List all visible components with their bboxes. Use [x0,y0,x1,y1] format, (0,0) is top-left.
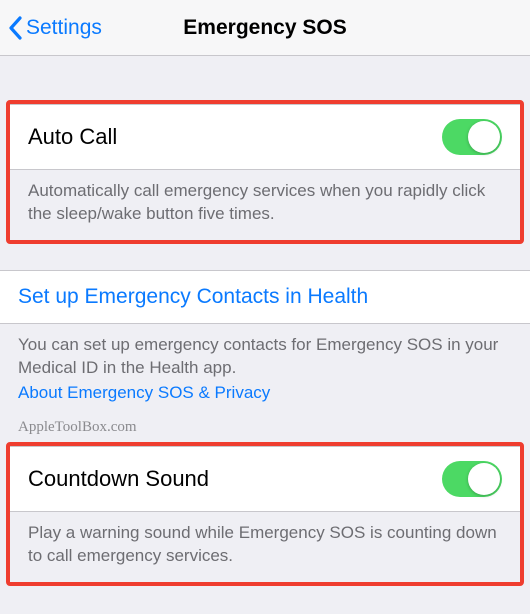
setup-contacts-link[interactable]: Set up Emergency Contacts in Health [0,270,530,324]
countdown-section: Countdown Sound Play a warning sound whi… [6,442,524,586]
privacy-link[interactable]: About Emergency SOS & Privacy [18,382,512,405]
navbar: Settings Emergency SOS [0,0,530,56]
auto-call-toggle[interactable] [442,119,502,155]
toggle-knob [468,121,500,153]
contacts-footer: You can set up emergency contacts for Em… [0,324,530,419]
countdown-toggle[interactable] [442,461,502,497]
back-button[interactable]: Settings [0,16,102,40]
back-label: Settings [26,16,102,40]
auto-call-row: Auto Call [10,104,520,170]
auto-call-section: Auto Call Automatically call emergency s… [6,100,524,244]
watermark: AppleToolBox.com [0,419,530,442]
auto-call-footer: Automatically call emergency services wh… [10,170,520,240]
chevron-left-icon [8,16,22,40]
contacts-footer-text: You can set up emergency contacts for Em… [18,335,498,377]
countdown-label: Countdown Sound [28,466,209,492]
toggle-knob [468,463,500,495]
countdown-row: Countdown Sound [10,446,520,512]
auto-call-label: Auto Call [28,124,117,150]
countdown-footer: Play a warning sound while Emergency SOS… [10,512,520,582]
